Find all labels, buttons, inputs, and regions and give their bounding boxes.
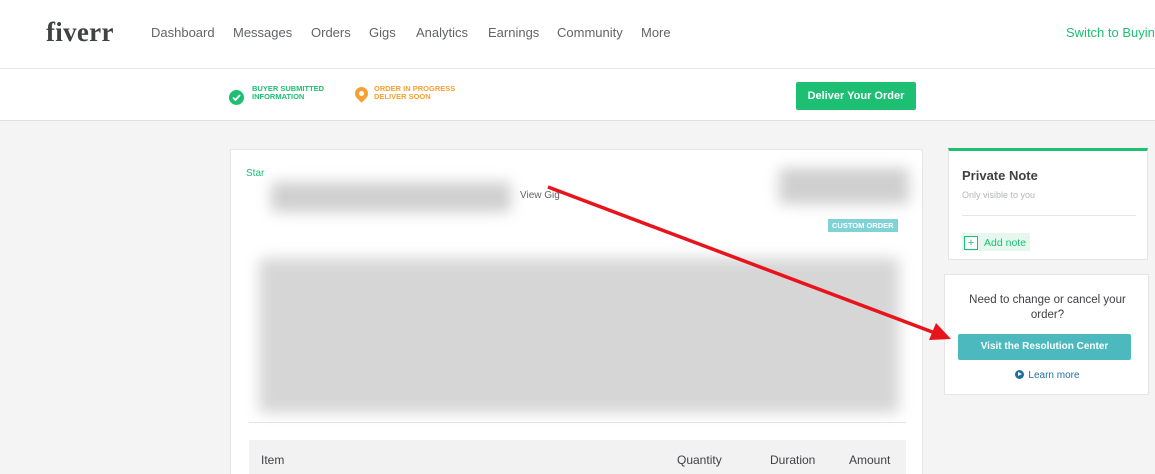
learn-more-label: Learn more [1028,370,1080,381]
add-note-label: Add note [984,237,1027,249]
divider [962,215,1136,216]
play-circle-icon [1015,370,1025,379]
nav-community[interactable]: Community [557,25,623,40]
view-gig-link[interactable]: View Gig [520,190,560,201]
blurred-gig-title [271,182,511,212]
step2-line2: DELIVER SOON [374,92,431,101]
top-navigation: fiverr Dashboard Messages Orders Gigs An… [0,0,1155,68]
custom-order-badge: CUSTOM ORDER [828,219,898,232]
visit-resolution-center-button[interactable]: Visit the Resolution Center [958,334,1131,360]
add-note-button[interactable]: + Add note [962,233,1031,251]
step-buyer-submitted: BUYER SUBMITTED INFORMATION [252,85,324,101]
check-circle-icon [229,90,244,105]
header-quantity: Quantity [677,453,722,467]
private-note-card: Private Note Only visible to you + Add n… [948,148,1148,260]
step-order-in-progress: ORDER IN PROGRESS DELIVER SOON [374,85,455,101]
star-label[interactable]: Star [246,168,264,179]
nav-dashboard[interactable]: Dashboard [151,25,215,40]
order-table-header: Item Quantity Duration Amount [249,440,906,474]
nav-messages[interactable]: Messages [233,25,292,40]
private-note-subtitle: Only visible to you [962,190,1036,200]
nav-analytics[interactable]: Analytics [416,25,468,40]
nav-gigs[interactable]: Gigs [369,25,396,40]
step1-line2: INFORMATION [252,92,305,101]
divider [249,422,906,423]
location-pin-icon [352,84,371,103]
blurred-order-description [259,258,899,413]
learn-more-link[interactable]: Learn more [945,370,1150,381]
resolution-card: Need to change or cancel your order? Vis… [944,274,1149,395]
deliver-order-button[interactable]: Deliver Your Order [796,82,916,110]
switch-to-buying-link[interactable]: Switch to Buying [1066,25,1155,40]
header-item: Item [261,453,285,467]
header-amount: Amount [849,453,891,467]
nav-earnings[interactable]: Earnings [488,25,539,40]
fiverr-logo[interactable]: fiverr [46,17,114,48]
resolution-prompt: Need to change or cancel your order? [969,294,1126,321]
plus-icon: + [964,236,978,250]
header-duration: Duration [770,453,816,467]
nav-orders[interactable]: Orders [311,25,351,40]
nav-more[interactable]: More [641,25,671,40]
order-details-card: Star View Gig CUSTOM ORDER Item Quantity… [230,149,923,474]
blurred-order-price [779,168,909,204]
order-status-bar: BUYER SUBMITTED INFORMATION ORDER IN PRO… [0,68,1155,121]
private-note-title: Private Note [962,168,1038,183]
